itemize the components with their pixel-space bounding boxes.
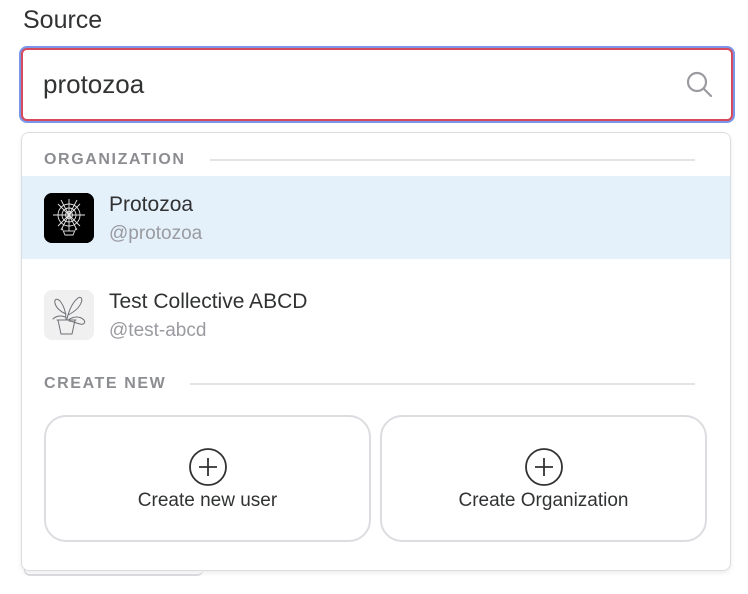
result-name: Protozoa [109,193,194,216]
create-new-section-header: CREATE NEW [44,375,696,393]
result-slug: @protozoa [109,223,203,244]
plus-circle-icon [524,448,563,486]
result-item-protozoa[interactable]: Protozoa @protozoa [22,176,730,259]
create-organization-label: Create Organization [458,490,629,511]
search-field[interactable] [21,48,733,121]
section-divider [209,159,695,161]
result-slug: @test-abcd [109,320,207,341]
create-new-header-label: CREATE NEW [44,375,167,392]
search-icon[interactable] [685,70,713,98]
search-results-dropdown: ORGANIZATION Protozoa @protozoa Test Col… [21,132,731,571]
create-organization-button[interactable]: Create Organization [380,415,707,542]
plus-circle-icon [188,448,227,486]
plant-logo-icon [52,296,86,335]
organization-header-label: ORGANIZATION [44,151,186,168]
search-input[interactable] [43,50,663,119]
result-name: Test Collective ABCD [109,290,308,313]
protozoa-logo-icon [44,193,94,243]
test-collective-avatar [44,290,94,340]
organization-section-header: ORGANIZATION [44,151,695,169]
protozoa-avatar [44,193,94,243]
source-label: Source [23,6,103,34]
create-new-user-button[interactable]: Create new user [44,415,371,542]
create-new-user-label: Create new user [137,490,278,511]
section-divider [190,383,696,385]
result-item-test-collective[interactable]: Test Collective ABCD @test-abcd [22,273,730,356]
